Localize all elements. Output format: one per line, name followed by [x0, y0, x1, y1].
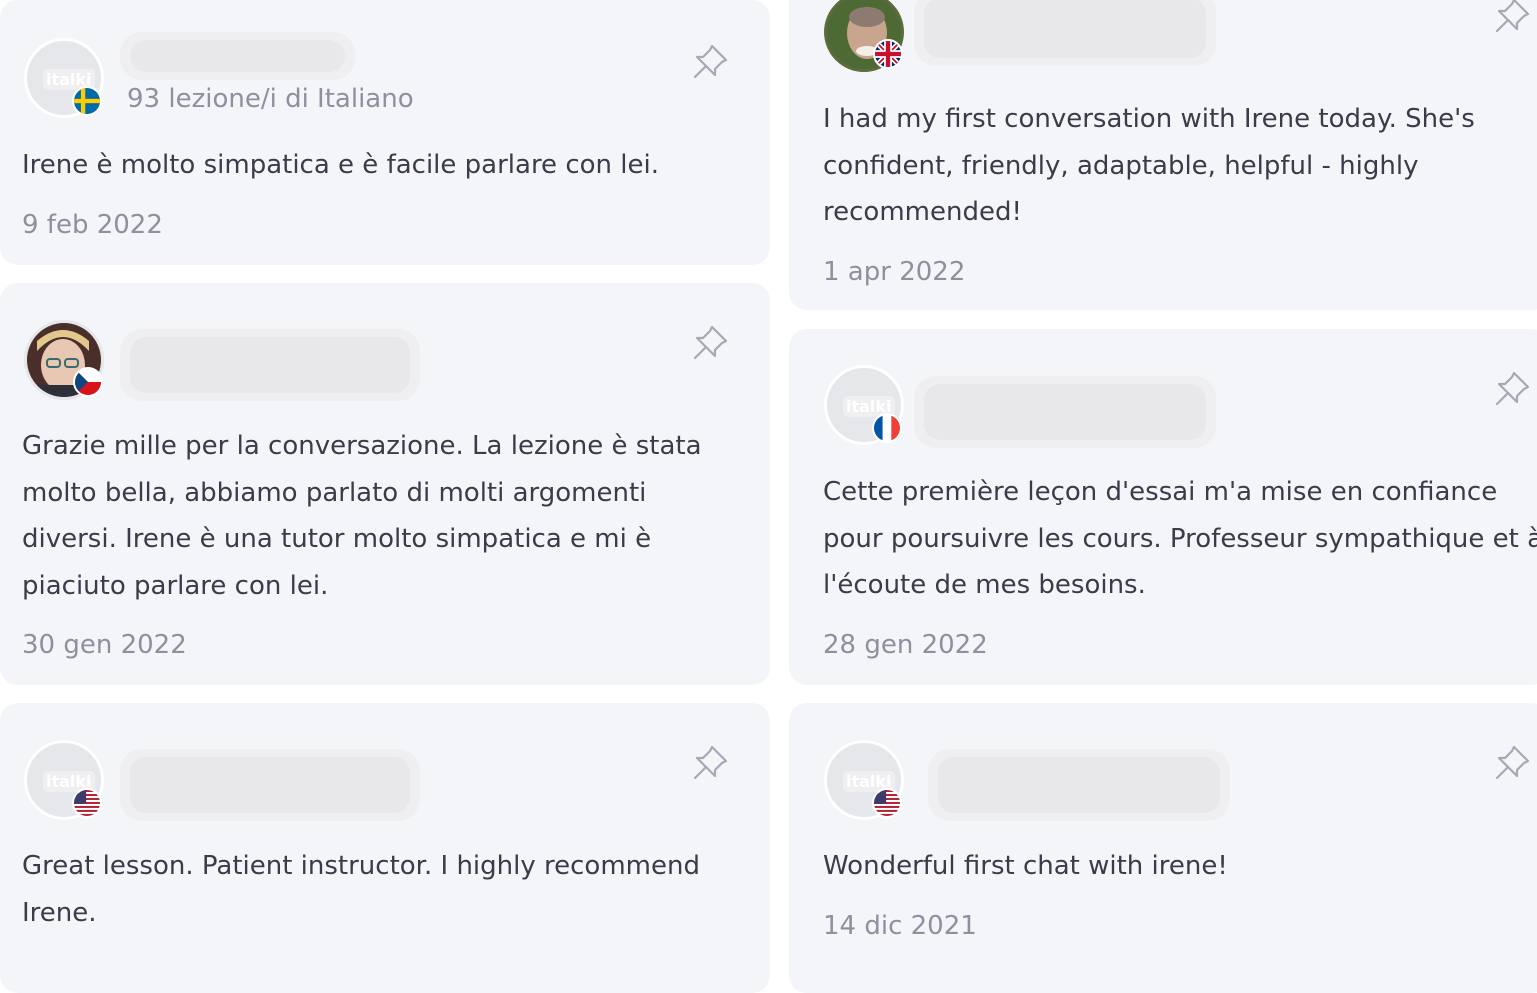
sweden-flag-icon: [72, 86, 102, 116]
review-card: Grazie mille per la conversazione. La le…: [0, 283, 770, 685]
lesson-count: 93 lezione/i di Italiano: [127, 84, 414, 114]
review-text: Great lesson. Patient instructor. I high…: [22, 851, 700, 928]
reviewer-name-redacted: [120, 329, 420, 401]
review-card: italki Great lesson. Patient instructor.…: [0, 703, 770, 993]
pin-icon[interactable]: [1492, 369, 1532, 409]
avatar[interactable]: italki: [24, 38, 104, 118]
pin-icon[interactable]: [1492, 743, 1532, 783]
review-card: italki Wonderful first chat with irene! …: [789, 703, 1537, 993]
pin-icon[interactable]: [690, 42, 730, 82]
france-flag-icon: [872, 413, 902, 443]
reviewer-name-redacted: [928, 749, 1230, 821]
avatar[interactable]: italki: [824, 740, 904, 820]
usa-flag-icon: [872, 788, 902, 818]
review-text: Grazie mille per la conversazione. La le…: [22, 431, 702, 601]
review-text: Wonderful first chat with irene!: [823, 851, 1228, 881]
pin-icon[interactable]: [690, 743, 730, 783]
avatar[interactable]: italki: [824, 365, 904, 445]
review-date: 9 feb 2022: [22, 210, 163, 240]
reviewer-name-redacted: [914, 0, 1216, 66]
avatar[interactable]: [24, 320, 104, 400]
avatar[interactable]: italki: [24, 740, 104, 820]
review-text: Cette première leçon d'essai m'a mise en…: [823, 477, 1537, 600]
usa-flag-icon: [72, 788, 102, 818]
review-date: 28 gen 2022: [823, 630, 988, 660]
reviewer-name-redacted: [914, 376, 1216, 448]
review-date: 30 gen 2022: [22, 630, 187, 660]
uk-flag-icon: [873, 39, 903, 69]
review-card: I had my first conversation with Irene t…: [789, 0, 1537, 310]
review-text: Irene è molto simpatica e è facile parla…: [22, 150, 659, 180]
reviewer-name-redacted: [120, 32, 355, 80]
review-text: I had my first conversation with Irene t…: [823, 104, 1475, 227]
pin-icon[interactable]: [690, 323, 730, 363]
review-card: italki Cette première leçon d'essai m'a …: [789, 329, 1537, 685]
review-date: 14 dic 2021: [823, 911, 977, 941]
czech-flag-icon: [73, 367, 103, 397]
pin-icon[interactable]: [1492, 0, 1532, 36]
reviewer-name-redacted: [120, 749, 420, 821]
avatar[interactable]: [824, 0, 904, 72]
review-card: italki 93 lezione/i di Italiano Irene è …: [0, 0, 770, 265]
review-date: 1 apr 2022: [823, 257, 966, 287]
